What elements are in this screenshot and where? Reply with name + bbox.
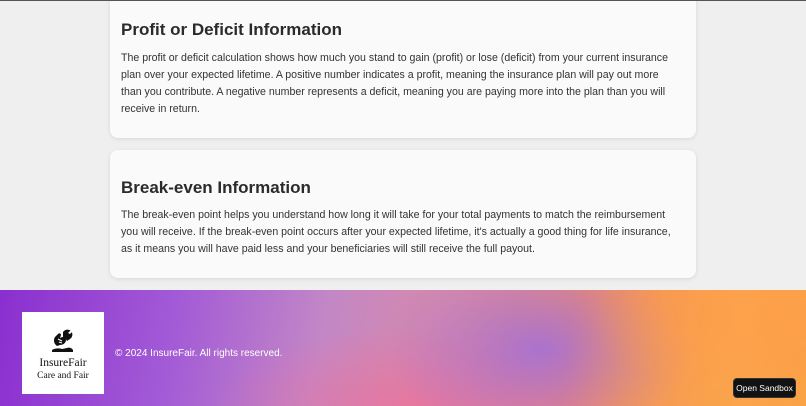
page: Profit or Deficit Information The profit… (0, 0, 806, 406)
open-sandbox-button[interactable]: Open Sandbox (733, 378, 796, 398)
hands-logo-icon (52, 329, 73, 352)
break-even-heading: Break-even Information (121, 178, 311, 197)
profit-deficit-card: Profit or Deficit Information The profit… (110, 1, 696, 138)
break-even-card: Break-even Information The break-even po… (110, 150, 696, 278)
site-footer: InsureFair Care and Fair © 2024 InsureFa… (0, 290, 806, 406)
logo-brand-name: InsureFair (39, 357, 87, 369)
copyright-text: © 2024 InsureFair. All rights reserved. (115, 348, 283, 359)
break-even-text: The break-even point helps you understan… (121, 209, 671, 255)
profit-deficit-text: The profit or deficit calculation shows … (121, 52, 668, 115)
profit-deficit-heading: Profit or Deficit Information (121, 20, 342, 39)
logo-tagline: Care and Fair (37, 371, 89, 381)
footer-logo[interactable]: InsureFair Care and Fair (22, 312, 104, 394)
